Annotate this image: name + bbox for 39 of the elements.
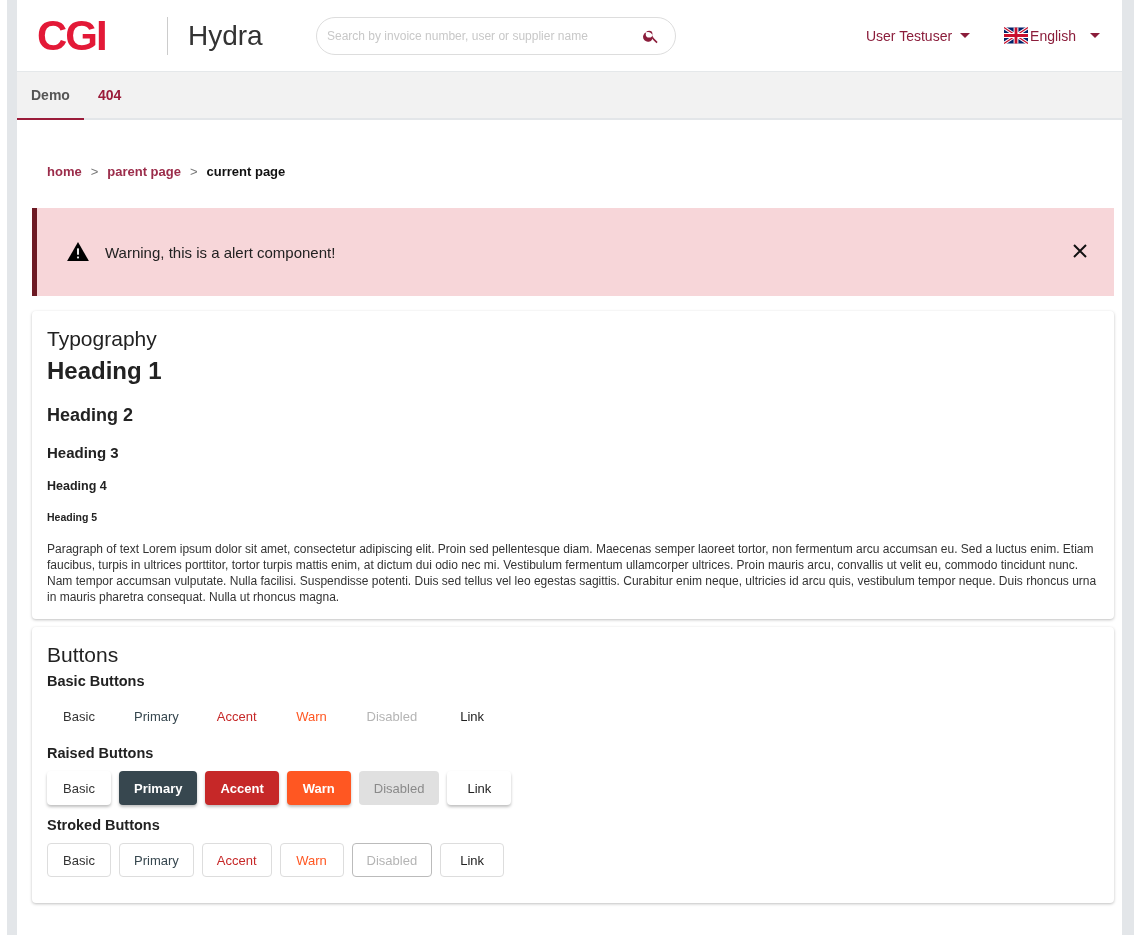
demo-button[interactable]: Accent (201, 699, 272, 733)
language-menu[interactable]: English (1030, 27, 1100, 44)
demo-button[interactable]: Accent (201, 843, 272, 877)
breadcrumb-item[interactable]: parent page (107, 164, 181, 192)
section-title: Stroked Buttons (47, 817, 161, 833)
card-title: Typography (47, 327, 158, 351)
demo-button[interactable]: Primary (119, 699, 194, 733)
demo-button[interactable]: Primary (119, 843, 194, 877)
nav-tab[interactable]: Demo (17, 72, 84, 120)
warning-icon (67, 242, 89, 262)
link-button[interactable]: Link (440, 843, 505, 877)
flag-icon (1004, 27, 1029, 44)
nav-tab[interactable]: 404 (83, 72, 136, 120)
breadcrumb-item[interactable]: home (47, 164, 82, 192)
heading: Heading 3 (47, 444, 120, 461)
heading: Heading 4 (47, 479, 108, 493)
user-menu[interactable]: User Testuser (865, 27, 971, 44)
demo-button[interactable]: Basic (47, 699, 111, 733)
breadcrumb-item: current page (206, 164, 286, 181)
caret-icon (960, 33, 971, 38)
link-button[interactable]: Link (440, 699, 505, 733)
alert-message: Warning, this is a alert component! (105, 243, 337, 261)
heading: Heading 5 (47, 511, 99, 523)
breadcrumb-separator: > (189, 164, 198, 181)
link-button[interactable]: Link (447, 771, 512, 805)
demo-button[interactable]: Basic (47, 843, 111, 877)
demo-button[interactable]: Primary (119, 771, 198, 805)
logo: CGI (37, 11, 107, 60)
paragraph: Paragraph of text Lorem ipsum dolor sit amet, consectetur adipiscing elit. Proin sed pellentesque diam. Maecenas semper laoreet tortor, non fermentum arcu accumsan eu. Sed a luctus enim. Etiam faucibus, turpis in ultrices porttitor, tortor turpis mattis enim, at dictum dui odio nec mi. Vestibulum fermentum ullamcorper ultrices. Proin mauris arcu, convallis ut velit eu, commodo tincidunt nunc. Nam tempor accumsan vulputate. Nulla facilisi. Suspendisse potenti. Duis sed tellus vel leo egestas sagittis. Curabitur enim neque, ultricies id arcu quis, vestibulum tempor neque. Duis rhoncus urna in mauris pharetra consequat. Nulla ut rhoncus magna. (47, 541, 1098, 605)
section-title: Basic Buttons (47, 673, 146, 689)
card-title: Buttons (47, 643, 120, 667)
heading: Heading 1 (47, 357, 163, 385)
caret-icon (1090, 33, 1100, 38)
demo-button[interactable]: Accent (205, 771, 279, 805)
section-title: Raised Buttons (47, 745, 155, 761)
heading: Heading 2 (47, 405, 135, 426)
app-name: Hydra (188, 19, 264, 52)
demo-button[interactable]: Basic (47, 771, 111, 805)
breadcrumb-separator: > (90, 164, 99, 181)
